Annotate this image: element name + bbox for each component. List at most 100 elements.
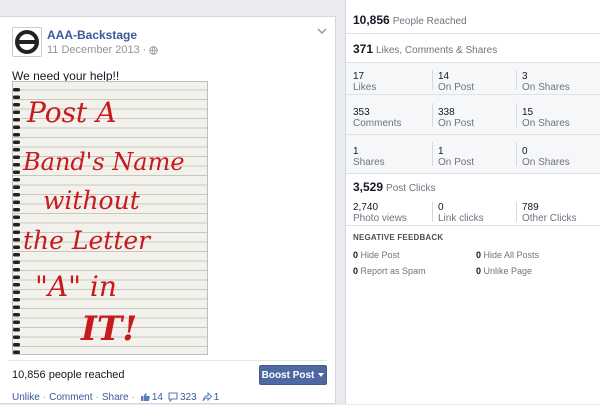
shares-on-shares-value: 0 (522, 146, 528, 157)
column-separator (432, 202, 433, 222)
comment-count[interactable]: 323 (168, 392, 197, 403)
divider (346, 225, 600, 226)
spiral-binding-ring (13, 133, 20, 137)
shares-total-value: 1 (353, 146, 359, 157)
spiral-binding-ring (13, 298, 20, 302)
post-clicks-value: 3,529 (353, 180, 384, 194)
likes-on-post: 14 On Post (438, 71, 474, 93)
post-date[interactable]: 11 December 2013 (47, 44, 140, 56)
likes-on-shares-value: 3 (522, 71, 528, 82)
hide-post-label: Hide Post (360, 250, 400, 260)
link-clicks-label: Link clicks (438, 213, 484, 224)
spiral-binding-ring (13, 163, 20, 167)
shares-on-post-value: 1 (438, 146, 444, 157)
unlike-page-value: 0 (476, 266, 482, 276)
column-separator (516, 202, 517, 222)
divider (8, 360, 327, 361)
spiral-binding-ring (13, 275, 20, 279)
spiral-binding-ring (13, 208, 20, 212)
spiral-binding-ring (13, 320, 20, 324)
chevron-down-icon[interactable] (317, 27, 327, 35)
comments-on-post: 338 On Post (438, 107, 474, 129)
spiral-binding-ring (13, 155, 20, 159)
spiral-binding-ring (13, 110, 20, 114)
share-link[interactable]: Share (102, 392, 129, 403)
engagement-stat: 371 Likes, Comments & Shares (353, 42, 497, 56)
engagement-breakdown: 17 Likes 14 On Post 3 On Shares 353 Comments… (346, 62, 600, 174)
negative-feedback-title: NEGATIVE FEEDBACK (353, 233, 444, 242)
meta-dot: · (142, 44, 147, 56)
link-clicks: 0 Link clicks (438, 202, 484, 224)
post-actions: Unlike · Comment · Share · 14 323 1 (0, 389, 335, 405)
post-insights-panel: 10,856 People Reached 371 Likes, Comments … (345, 0, 600, 404)
post-meta: 11 December 2013 · (47, 44, 159, 56)
note-line-5: "A" in (35, 270, 117, 303)
share-count[interactable]: 1 (202, 391, 220, 403)
spiral-binding-ring (13, 193, 20, 197)
spiral-binding-ring (13, 140, 20, 144)
hide-all-posts-label: Hide All Posts (483, 250, 540, 260)
spiral-binding-ring (13, 350, 20, 354)
post-clicks-stat: 3,529 Post Clicks (353, 180, 435, 194)
comments-on-shares-label: On Shares (522, 118, 570, 129)
spiral-binding-ring (13, 170, 20, 174)
report-spam-value: 0 (353, 266, 359, 276)
comment-link[interactable]: Comment (49, 392, 92, 403)
report-spam-label: Report as Spam (360, 266, 426, 276)
spiral-binding-ring (13, 290, 20, 294)
hide-post-value: 0 (353, 250, 359, 260)
comments-total-value: 353 (353, 107, 370, 118)
spiral-binding-ring (13, 343, 20, 347)
people-reached-value: 10,856 (353, 13, 390, 27)
unlike-page-stat: 0 Unlike Page (476, 266, 532, 276)
shares-total-label: Shares (353, 157, 385, 168)
other-clicks-value: 789 (522, 202, 539, 213)
column-separator (432, 142, 433, 166)
spiral-binding-ring (13, 283, 20, 287)
spiral-binding-ring (13, 88, 20, 92)
people-reached-text[interactable]: 10,856 people reached (12, 369, 125, 381)
spiral-binding-ring (13, 223, 20, 227)
shares-total: 1 Shares (353, 146, 385, 168)
spiral-binding-ring (13, 125, 20, 129)
action-separator: · (95, 391, 99, 403)
spiral-binding-ring (13, 313, 20, 317)
comments-total-label: Comments (353, 118, 402, 129)
engagement-value: 371 (353, 42, 374, 56)
share-count-value: 1 (213, 391, 220, 403)
spiral-binding-ring (13, 178, 20, 182)
band-logo-icon (15, 30, 39, 54)
shares-on-shares-label: On Shares (522, 157, 570, 168)
like-count[interactable]: 14 (140, 392, 163, 403)
note-line-6: IT! (80, 309, 137, 349)
page-name-link[interactable]: AAA-Backstage (47, 28, 137, 42)
spiral-binding-ring (13, 260, 20, 264)
photo-views-value: 2,740 (353, 202, 379, 213)
shares-on-shares: 0 On Shares (522, 146, 570, 168)
unlike-link[interactable]: Unlike (12, 392, 40, 403)
spiral-binding-ring (13, 118, 20, 122)
like-count-value: 14 (151, 391, 163, 403)
spiral-binding-ring (13, 245, 20, 249)
action-separator: · (131, 391, 135, 403)
action-separator: · (42, 391, 47, 403)
post-photo[interactable]: Post A Band's Name without the Letter "A… (12, 81, 208, 355)
shares-on-post: 1 On Post (438, 146, 474, 168)
handwritten-note-image: Post A Band's Name without the Letter "A… (13, 82, 207, 354)
comments-on-shares-value: 15 (522, 107, 534, 118)
thumbs-up-icon (140, 393, 150, 401)
column-separator (516, 70, 517, 90)
spiral-binding-ring (13, 103, 20, 107)
hide-all-posts-value: 0 (476, 250, 482, 260)
comments-total: 353 Comments (353, 107, 401, 129)
likes-on-shares: 3 On Shares (522, 71, 570, 93)
spiral-binding-ring (13, 148, 20, 152)
boost-post-button[interactable]: Boost Post (259, 365, 327, 385)
likes-total-value: 17 (353, 71, 365, 82)
spiral-binding-ring (13, 200, 20, 204)
spiral-binding-ring (13, 268, 20, 272)
divider (346, 33, 600, 34)
unlike-page-label: Unlike Page (483, 266, 533, 276)
photo-views-label: Photo views (353, 213, 407, 224)
page-avatar[interactable] (12, 27, 42, 57)
